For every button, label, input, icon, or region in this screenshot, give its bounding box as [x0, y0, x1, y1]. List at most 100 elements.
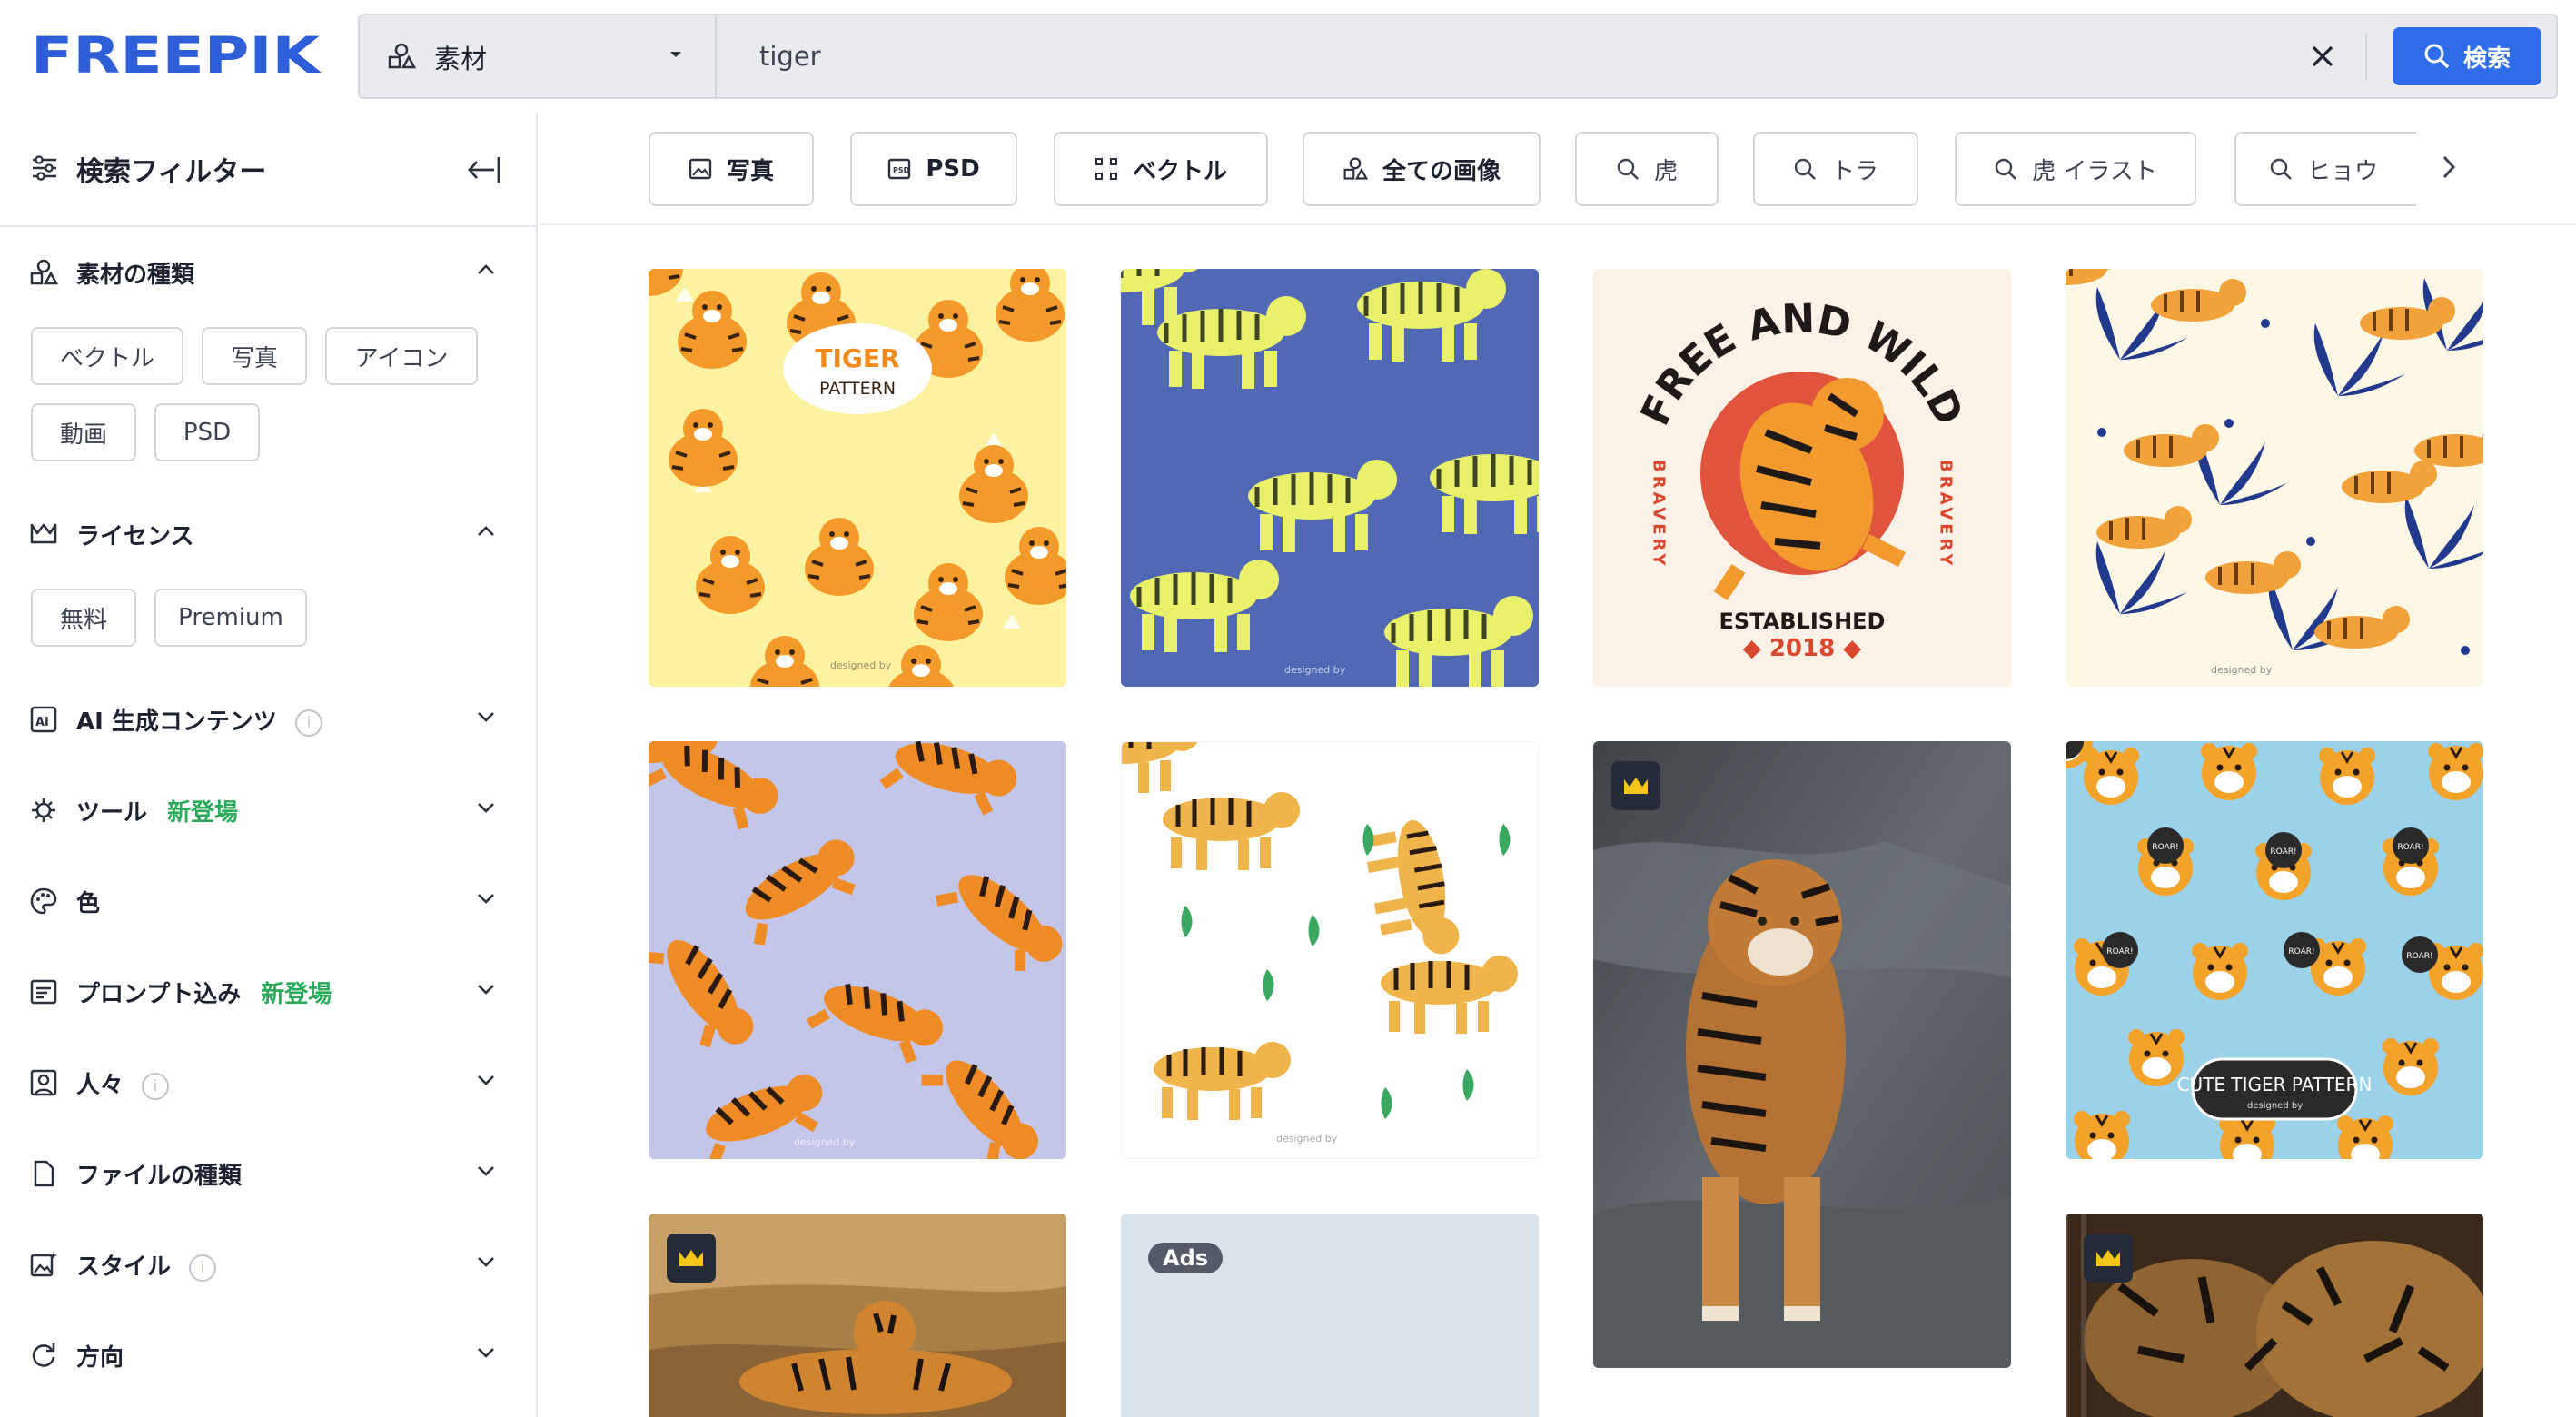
- info-icon[interactable]: i: [189, 1254, 217, 1282]
- suggestion-bar: 写真 PSD PSD ベクトル 全ての画像 虎 トラ 虎 イラスト ヒョウ: [540, 113, 2576, 225]
- collapse-sidebar-icon[interactable]: [467, 154, 501, 185]
- tiger-photo-rocks-image: [1593, 741, 2011, 1368]
- suggest-hyou[interactable]: ヒョウ: [2234, 132, 2416, 206]
- cute-tiger-pattern-image: ROAR! ROAR! ROAR! ROAR! ROAR! ROAR! CUTE…: [2066, 741, 2483, 1159]
- svg-text:designed by: designed by: [2211, 664, 2273, 676]
- filter-section-license[interactable]: ライセンス: [0, 509, 536, 560]
- search-input[interactable]: [759, 34, 2213, 79]
- chip-premium[interactable]: Premium: [154, 589, 307, 647]
- image-icon: [689, 158, 712, 180]
- filter-section-prompt[interactable]: プロンプト込み 新登場: [0, 966, 536, 1017]
- search-button[interactable]: 検索: [2393, 27, 2541, 85]
- filter-section-people[interactable]: 人々 i: [0, 1057, 536, 1108]
- svg-text:AI: AI: [35, 716, 49, 729]
- assets-icon: [29, 258, 58, 287]
- suggest-vector[interactable]: ベクトル: [1054, 132, 1268, 206]
- rotate-icon: [29, 1341, 58, 1370]
- search-icon: [1994, 157, 2017, 181]
- suggest-all-images[interactable]: 全ての画像: [1303, 132, 1541, 206]
- result-card[interactable]: ROAR! ROAR! ROAR! ROAR! ROAR! ROAR! CUTE…: [2066, 741, 2483, 1159]
- chevron-down-icon: [476, 1255, 496, 1268]
- suggest-tora-illust[interactable]: 虎 イラスト: [1955, 132, 2196, 206]
- chevron-down-icon: [476, 801, 496, 814]
- tiger-pattern-yellow-image: TIGER PATTERN designed by: [649, 269, 1066, 687]
- chevron-down-icon: [476, 710, 496, 723]
- filter-section-asset-type[interactable]: 素材の種類: [0, 247, 536, 298]
- filter-header: 検索フィルター: [0, 113, 536, 227]
- chevron-up-icon: [476, 263, 496, 276]
- filter-section-style[interactable]: スタイル i: [0, 1239, 536, 1290]
- filter-section-color[interactable]: 色: [0, 876, 536, 926]
- chip-photo[interactable]: 写真: [202, 327, 307, 385]
- svg-text:ROAR!: ROAR!: [2152, 843, 2178, 852]
- search-type-select[interactable]: 素材: [360, 15, 717, 97]
- svg-text:FREEPIK: FREEPIK: [31, 31, 322, 78]
- top-header: FREEPIK 素材 検索: [0, 0, 2576, 113]
- filter-section-label: ファイルの種類: [76, 1163, 243, 1190]
- new-badge: 新登場: [261, 981, 332, 1008]
- sliders-icon: [31, 155, 58, 181]
- tiger-pattern-lavender-image: designed by: [649, 741, 1066, 1159]
- suggest-photo[interactable]: 写真: [649, 132, 814, 206]
- filter-section-label: ツール 新登場: [76, 799, 239, 827]
- filter-section-label: プロンプト込み 新登場: [76, 981, 332, 1008]
- free-and-wild-badge-image: FREE AND WILD BRAVERY BRAVERY ESTABLISHE…: [1593, 269, 2011, 687]
- search-icon: [2423, 43, 2451, 70]
- freepik-logo[interactable]: FREEPIK: [31, 31, 322, 78]
- chip-psd[interactable]: PSD: [154, 403, 260, 461]
- result-card[interactable]: FREE AND WILD BRAVERY BRAVERY ESTABLISHE…: [1593, 269, 2011, 687]
- palette-icon: [29, 887, 58, 916]
- svg-text:ROAR!: ROAR!: [2270, 847, 2296, 857]
- suggest-tora-katakana[interactable]: トラ: [1753, 132, 1918, 206]
- search-icon: [1793, 157, 1817, 181]
- filter-section-label: 方向: [76, 1344, 124, 1372]
- result-card[interactable]: [2066, 1214, 2483, 1417]
- style-image-icon: [29, 1250, 58, 1279]
- crown-icon: [2095, 1247, 2122, 1269]
- info-icon[interactable]: i: [142, 1072, 170, 1100]
- crown-icon: [678, 1247, 705, 1269]
- svg-text:◆ 2018 ◆: ◆ 2018 ◆: [1743, 635, 1861, 662]
- chevron-right-icon[interactable]: [2440, 153, 2458, 182]
- result-card[interactable]: TIGER PATTERN designed by: [649, 269, 1066, 687]
- result-card[interactable]: designed by: [2066, 269, 2483, 687]
- svg-text:designed by: designed by: [1276, 1133, 1338, 1144]
- svg-text:CUTE TIGER PATTERN: CUTE TIGER PATTERN: [2177, 1074, 2373, 1095]
- prompt-icon: [29, 977, 58, 1006]
- chevron-up-icon: [476, 525, 496, 538]
- filter-section-tools[interactable]: ツール 新登場: [0, 785, 536, 836]
- result-card[interactable]: [649, 1214, 1066, 1417]
- chip-vector[interactable]: ベクトル: [31, 327, 183, 385]
- filter-sidebar: 検索フィルター 素材の種類 ベクトル 写真 アイコン 動画 PSD ライセンス …: [0, 113, 538, 1417]
- result-card[interactable]: designed by: [1121, 741, 1539, 1159]
- tiger-leaves-pattern-image: designed by: [2066, 269, 2483, 687]
- svg-text:BRAVERY: BRAVERY: [1937, 460, 1956, 569]
- person-icon: [29, 1068, 58, 1097]
- filter-section-ai[interactable]: AI AI 生成コンテンツ i: [0, 694, 536, 745]
- premium-badge: [1611, 761, 1660, 810]
- suggest-psd[interactable]: PSD PSD: [850, 132, 1017, 206]
- close-icon[interactable]: [2307, 41, 2338, 72]
- chip-video[interactable]: 動画: [31, 403, 136, 461]
- result-card[interactable]: [1593, 741, 2011, 1368]
- chip-icon[interactable]: アイコン: [325, 327, 478, 385]
- filter-section-label: AI 生成コンテンツ i: [76, 703, 322, 737]
- vector-icon: [1095, 157, 1118, 181]
- filter-section-label: 人々 i: [76, 1066, 170, 1100]
- svg-text:designed by: designed by: [794, 1136, 856, 1148]
- suggest-tora-kanji[interactable]: 虎: [1575, 132, 1719, 206]
- svg-text:designed by: designed by: [830, 659, 892, 671]
- search-button-label: 検索: [2462, 45, 2511, 73]
- filter-section-orientation[interactable]: 方向: [0, 1330, 536, 1381]
- new-badge: 新登場: [167, 799, 239, 827]
- filter-section-file-type[interactable]: ファイルの種類: [0, 1148, 536, 1199]
- file-icon: [29, 1159, 58, 1188]
- filter-section-label: 色: [76, 890, 101, 917]
- ad-card[interactable]: Ads: [1121, 1214, 1539, 1417]
- info-icon[interactable]: i: [294, 708, 322, 737]
- ads-badge: Ads: [1148, 1243, 1224, 1273]
- result-card[interactable]: designed by: [649, 741, 1066, 1159]
- result-card[interactable]: designed by: [1121, 269, 1539, 687]
- tiger-pattern-blue-image: designed by: [1121, 269, 1539, 687]
- chip-free[interactable]: 無料: [31, 589, 136, 647]
